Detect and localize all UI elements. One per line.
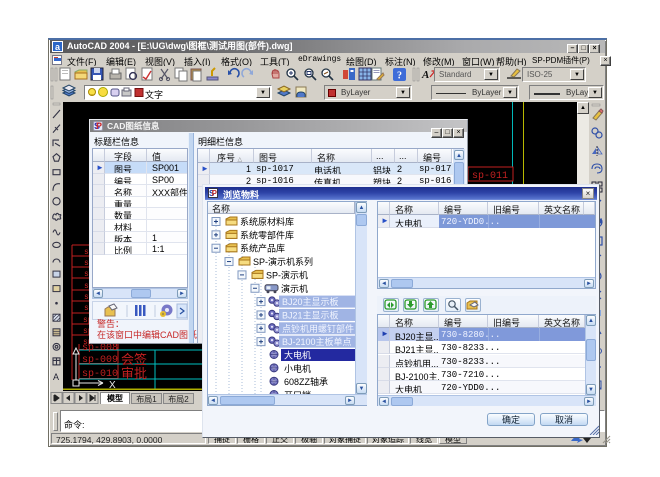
svg-text:小电机: 小电机 xyxy=(284,363,311,374)
svg-text:?: ? xyxy=(397,71,402,82)
svg-text:sp-008: sp-008 xyxy=(82,343,118,354)
svg-text:sp-010: sp-010 xyxy=(82,369,118,380)
svg-text:点钞机用螺钉部件: 点钞机用螺钉部件 xyxy=(282,323,354,334)
svg-text:BJ-2100主板单点: BJ-2100主板单点 xyxy=(282,336,352,347)
svg-text:SP-演示机: SP-演示机 xyxy=(266,269,308,280)
svg-text:608ZZ轴承: 608ZZ轴承 xyxy=(284,376,328,387)
svg-text:系统零部件库: 系统零部件库 xyxy=(240,229,294,240)
svg-text:会签: 会签 xyxy=(121,352,147,367)
svg-text:大电机: 大电机 xyxy=(284,350,311,361)
svg-text:A: A xyxy=(53,372,59,382)
svg-text:sp-009: sp-009 xyxy=(82,355,118,366)
svg-text:SP-演示机系列: SP-演示机系列 xyxy=(253,256,313,267)
svg-text:A: A xyxy=(421,69,429,81)
svg-text:系统原材料库: 系统原材料库 xyxy=(240,216,294,227)
svg-text:审批: 审批 xyxy=(121,366,147,381)
svg-text:演示机: 演示机 xyxy=(281,283,308,294)
svg-text:BJ20主显示板: BJ20主显示板 xyxy=(282,296,339,307)
svg-text:系统产品库: 系统产品库 xyxy=(240,243,285,254)
svg-text:sp-011: sp-011 xyxy=(472,171,508,182)
svg-text:BJ21主显示板: BJ21主显示板 xyxy=(282,309,339,320)
